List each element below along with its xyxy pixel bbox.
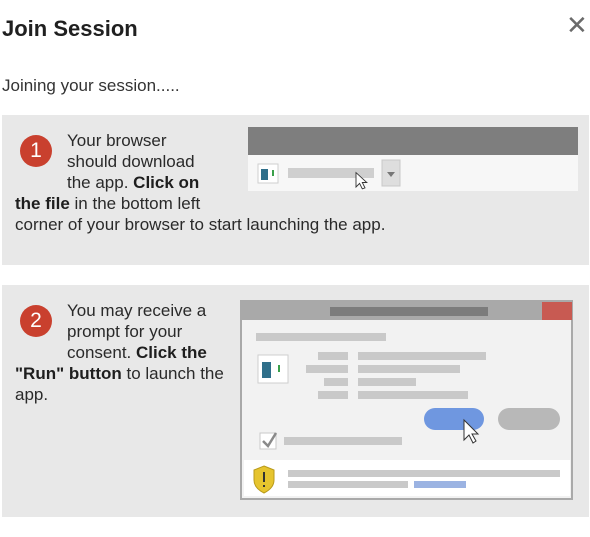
dialog-title: Join Session	[2, 16, 138, 41]
step-1-emphasis: the file	[15, 194, 70, 213]
step-1-line: should download	[67, 152, 195, 171]
step-1-line: corner of your browser to start launchin…	[15, 215, 386, 234]
step-1-line: in the bottom left	[69, 194, 201, 213]
step-1-line: the app.	[67, 173, 134, 192]
step-2-emphasis: Click the	[136, 343, 207, 362]
step-1-card: 1 Your browser should download the app. …	[2, 115, 589, 265]
step-2-instructions: You may receive a prompt for your consen…	[15, 300, 235, 405]
close-icon[interactable]: ✕	[566, 12, 588, 38]
step-2-card: 2 You may receive a prompt for your cons…	[2, 285, 589, 517]
step-2-line: consent.	[67, 343, 136, 362]
step-2-line: prompt for your	[67, 322, 183, 341]
status-text: Joining your session.....	[2, 76, 180, 95]
step-1-emphasis: Click on	[133, 173, 200, 192]
browser-download-bar-illustration	[248, 127, 578, 191]
run-consent-dialog-illustration	[240, 300, 573, 500]
step-2-line: to launch the	[121, 364, 224, 383]
run-button-illustration	[424, 408, 484, 430]
step-2-emphasis: "Run" button	[15, 364, 122, 383]
step-2-line: You may receive a	[67, 301, 207, 320]
step-2-line: app.	[15, 385, 49, 404]
step-1-line: Your browser	[67, 131, 167, 150]
